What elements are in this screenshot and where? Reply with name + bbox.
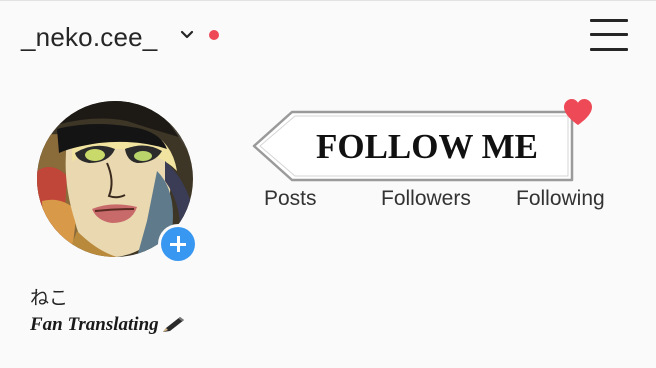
profile-header: _neko.cee_ [0, 0, 656, 70]
display-name: ねこ [30, 287, 69, 309]
chevron-down-icon[interactable] [179, 27, 195, 43]
plus-icon [161, 227, 195, 261]
pen-icon [162, 317, 184, 332]
heart-icon [564, 99, 592, 125]
bio: Fan Translating [30, 312, 186, 338]
add-story-button[interactable] [158, 224, 198, 264]
posts-label[interactable]: Posts [264, 187, 317, 211]
bio-text: Fan Translating [30, 314, 159, 335]
notification-dot [209, 30, 219, 40]
following-label[interactable]: Following [516, 187, 605, 211]
follow-me-banner-text: FOLLOW ME [315, 127, 538, 166]
followers-label[interactable]: Followers [381, 187, 471, 211]
hamburger-menu-icon[interactable] [588, 17, 630, 53]
username-switcher[interactable]: _neko.cee_ [21, 22, 157, 53]
